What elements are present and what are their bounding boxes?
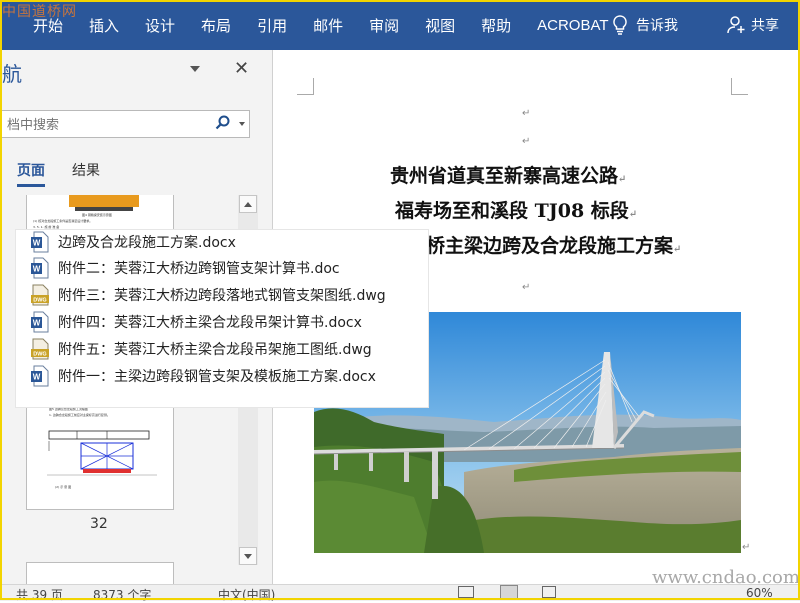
word-icon: W: [31, 365, 49, 387]
tab-acrobat[interactable]: ACROBAT: [537, 17, 608, 34]
file-name: 边跨及合龙段施工方案.docx: [58, 235, 236, 251]
tab-results[interactable]: 结果: [72, 160, 100, 180]
tell-me-label: 告诉我: [636, 18, 678, 34]
word-icon: W: [31, 311, 49, 333]
file-item[interactable]: W 附件一：主梁边跨段钢管支架及模板施工方案.docx: [30, 364, 376, 388]
nav-pane-title: 航: [2, 62, 22, 86]
svg-text:DWG: DWG: [33, 352, 46, 358]
nav-options-dropdown[interactable]: [190, 66, 200, 72]
tab-insert[interactable]: 插入: [89, 15, 119, 36]
thumb-text-line: (1) 核对合龙段施工条件是否满足设计要求。: [33, 219, 93, 223]
crop-mark-left: [297, 78, 314, 95]
svg-text:W: W: [33, 239, 41, 248]
tab-view[interactable]: 视图: [425, 15, 455, 36]
crop-mark-right: [731, 78, 748, 95]
svg-text:DWG: DWG: [33, 298, 46, 304]
svg-text:W: W: [33, 373, 41, 382]
thumb-drawing: [47, 430, 157, 476]
thumb-text-line: 图5 边跨及合龙段施工流程图: [49, 407, 88, 411]
close-icon[interactable]: ✕: [234, 58, 249, 79]
word-icon: W: [31, 231, 49, 253]
search-icon[interactable]: [215, 115, 231, 131]
paragraph-mark: ↵: [742, 542, 751, 553]
ribbon-bar: 中国道桥网 开始 插入 设计 布局 引用 邮件 审阅 视图 帮助 ACROBAT…: [0, 0, 800, 50]
file-name: 附件一：主梁边跨段钢管支架及模板施工方案.docx: [58, 369, 376, 385]
page-count[interactable]: 共 39 页: [16, 586, 63, 603]
thumb-text-line: 1. 边跨合龙段施工前应对主梁标高进行复测。: [49, 413, 110, 417]
tab-mailings[interactable]: 邮件: [313, 15, 343, 36]
file-item[interactable]: DWG 附件五：芙蓉江大桥主梁合龙段吊架施工图纸.dwg: [30, 337, 372, 361]
word-count[interactable]: 8373 个字: [93, 586, 151, 603]
doc-title-line2: 福寿场至和溪段 TJ08 标段↵: [395, 200, 638, 222]
thumb-caption: (2) 示 意 图: [55, 485, 72, 489]
share-button[interactable]: 共享: [727, 15, 779, 35]
ribbon-tabs: 开始 插入 设计 布局 引用 邮件 审阅 视图 帮助 ACROBAT: [33, 0, 635, 50]
person-add-icon: [727, 16, 745, 34]
paragraph-mark: ↵: [522, 136, 531, 147]
thumb-text-line: 3. 5. 1. 施 前 准 备: [33, 225, 60, 229]
tell-me-box[interactable]: 告诉我: [612, 15, 678, 35]
search-input[interactable]: [5, 114, 209, 136]
tab-review[interactable]: 审阅: [369, 15, 399, 36]
print-layout-icon[interactable]: [500, 585, 518, 599]
paragraph-mark: ↵: [673, 244, 682, 255]
word-icon: W: [31, 257, 49, 279]
file-name: 附件四：芙蓉江大桥主梁合龙段吊架计算书.docx: [58, 315, 362, 331]
doc-title-line1: 贵州省道真至新寨高速公路↵: [390, 165, 627, 187]
file-name: 附件二：芙蓉江大桥边跨钢管支架计算书.doc: [58, 261, 340, 277]
dwg-icon: DWG: [31, 284, 49, 306]
search-options-dropdown[interactable]: [239, 122, 245, 126]
tab-references[interactable]: 引用: [257, 15, 287, 36]
paragraph-mark: ↵: [618, 174, 627, 185]
paragraph-mark: ↵: [628, 209, 638, 220]
file-name: 附件五：芙蓉江大桥主梁合龙段吊架施工图纸.dwg: [58, 342, 372, 358]
file-name: 附件三：芙蓉江大桥边跨段落地式钢管支架图纸.dwg: [58, 288, 386, 304]
page-thumbnail-next[interactable]: [26, 562, 174, 585]
scroll-down-button[interactable]: [239, 547, 257, 565]
lightbulb-icon: [613, 15, 627, 35]
paragraph-mark: ↵: [522, 108, 531, 119]
tab-design[interactable]: 设计: [145, 15, 175, 36]
web-layout-icon[interactable]: [542, 586, 556, 598]
page-thumbnail-32[interactable]: 图5 边跨及合龙段施工流程图 1. 边跨合龙段施工前应对主梁标高进行复测。 (2…: [26, 405, 174, 510]
scroll-up-button[interactable]: [239, 195, 257, 213]
tab-layout[interactable]: 布局: [201, 15, 231, 36]
dwg-icon: DWG: [31, 338, 49, 360]
thumb-crane-base: [75, 207, 133, 211]
share-label: 共享: [751, 18, 779, 34]
file-item[interactable]: W 附件四：芙蓉江大桥主梁合龙段吊架计算书.docx: [30, 310, 362, 334]
tab-home[interactable]: 开始: [33, 15, 63, 36]
doc-title-line3: 桥主梁边跨及合龙段施工方案↵: [426, 235, 682, 257]
tab-pages[interactable]: 页面: [17, 160, 45, 187]
tab-help[interactable]: 帮助: [481, 15, 511, 36]
file-item[interactable]: DWG 附件三：芙蓉江大桥边跨段落地式钢管支架图纸.dwg: [30, 283, 386, 307]
zoom-level[interactable]: 60%: [746, 586, 773, 600]
language-indicator[interactable]: 中文(中国): [218, 586, 275, 603]
paragraph-mark: ↵: [522, 282, 531, 293]
thumb-crane-graphic: [69, 195, 139, 207]
search-box: [0, 110, 250, 138]
thumb-caption: 图4 钢箱梁安装示意图: [82, 213, 112, 217]
site-watermark: www.cndao.com: [652, 567, 800, 588]
svg-text:W: W: [33, 319, 41, 328]
read-mode-icon[interactable]: [458, 586, 474, 598]
thumbnail-page-number: 32: [90, 516, 108, 532]
file-item[interactable]: W 附件二：芙蓉江大桥边跨钢管支架计算书.doc: [30, 256, 340, 280]
attachment-file-list: W 边跨及合龙段施工方案.docx W 附件二：芙蓉江大桥边跨钢管支架计算书.d…: [16, 230, 428, 407]
file-item[interactable]: W 边跨及合龙段施工方案.docx: [30, 230, 236, 254]
svg-text:W: W: [33, 265, 41, 274]
